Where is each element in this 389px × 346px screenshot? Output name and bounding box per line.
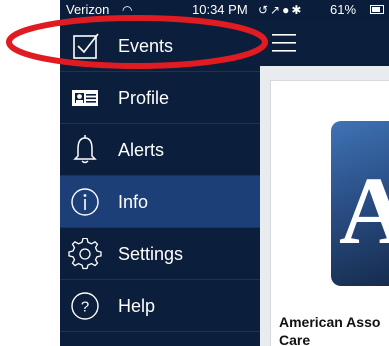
sidebar-item-label: Info xyxy=(118,192,149,212)
app-logo-letter: A xyxy=(339,157,389,264)
location-alarm-bluetooth-icons: ↺↗●✱ xyxy=(258,3,304,17)
id-card-icon xyxy=(72,90,98,106)
checkbox-icon xyxy=(73,33,99,59)
sidebar-item-label: Profile xyxy=(118,88,170,108)
sidebar-item-settings[interactable]: Settings xyxy=(60,228,260,280)
sidebar-item-alerts[interactable]: Alerts xyxy=(60,124,260,176)
sidebar-item-profile[interactable]: Profile xyxy=(60,72,260,124)
sidebar-item-label: Alerts xyxy=(118,140,165,160)
carrier-label: Verizon xyxy=(66,2,110,17)
question-icon: ? xyxy=(71,292,99,320)
main-topbar xyxy=(260,20,389,66)
sidebar-item-events[interactable]: Events xyxy=(60,20,260,72)
app-screen: Verizon ◠ 10:34 PM ↺↗●✱ 61% Events Profi… xyxy=(0,0,389,346)
app-name-line2: Care xyxy=(279,332,311,346)
sidebar-menu: Events Profile Alerts Info Settings ? He… xyxy=(60,20,260,346)
app-logo: A xyxy=(331,121,389,286)
status-bar: Verizon ◠ 10:34 PM ↺↗●✱ 61% xyxy=(60,0,389,20)
app-name-line1: American Asso xyxy=(279,314,381,330)
sidebar-item-label: Help xyxy=(118,296,156,316)
sidebar-item-label: Settings xyxy=(118,244,184,264)
sidebar-item-label: Events xyxy=(118,36,174,56)
sidebar-item-info[interactable]: Info xyxy=(60,176,260,228)
wifi-icon: ◠ xyxy=(122,3,133,17)
hamburger-menu-icon[interactable] xyxy=(272,32,298,54)
battery-icon xyxy=(370,5,384,14)
info-icon xyxy=(71,188,99,216)
battery-percentage: 61% xyxy=(330,2,357,17)
app-info-card: A American Asso Care xyxy=(270,80,389,346)
sidebar-item-help[interactable]: ? Help xyxy=(60,280,260,332)
clock-label: 10:34 PM xyxy=(192,2,248,17)
gear-icon xyxy=(68,238,102,270)
main-panel: A American Asso Care xyxy=(260,20,389,346)
bell-icon xyxy=(73,135,97,164)
svg-text:?: ? xyxy=(81,299,89,316)
